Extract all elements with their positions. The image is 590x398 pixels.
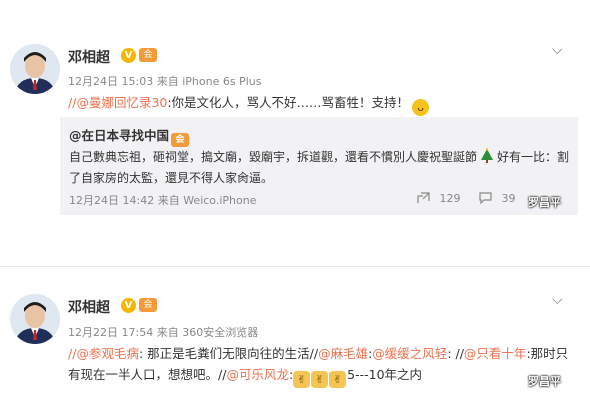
post-source[interactable]: iPhone 6s Plus	[182, 75, 261, 88]
member-badge-icon: 会	[139, 48, 157, 62]
repost-box[interactable]: @在日本寻找中国会 自己數典忘祖，砸祠堂，搗文廟，毀廟宇，拆道觀，還看不慣別人慶…	[60, 117, 578, 215]
watermark: 罗昌平	[528, 375, 561, 388]
mention-link[interactable]: @可乐风龙	[226, 367, 289, 382]
repost-text: 自己數典忘祖，砸祠堂，搗文廟，毀廟宇，拆道觀，還看不慣別人慶祝聖誕節 好有一比：割…	[69, 147, 574, 189]
watermark: 罗昌平	[528, 196, 561, 209]
hand-emoji-icon: ✌	[311, 371, 329, 388]
post-divider	[0, 266, 590, 267]
source-prefix: 来自	[156, 75, 179, 88]
share-icon	[417, 192, 430, 203]
repost-time[interactable]: 12月24日 14:42	[69, 194, 154, 207]
comment-action[interactable]: 39	[479, 192, 516, 205]
post-text-segment: : 那正是毛粪们无限向往的生活//	[138, 346, 319, 361]
post-body: :你是文化人，骂人不好……骂畜牲！支持！	[167, 95, 410, 110]
chevron-down-icon[interactable]: ⌵	[552, 292, 563, 308]
post-time[interactable]: 12月22日 17:54	[68, 326, 153, 339]
member-badge-icon: 会	[171, 133, 190, 147]
chevron-down-icon[interactable]: ⌵	[552, 42, 563, 58]
post-meta: 12月22日 17:54 来自 360安全浏览器	[68, 324, 258, 340]
post-text: //@参观毛病: 那正是毛粪们无限向往的生活//@麻毛雄:@缓缓之风轻: //@…	[68, 343, 580, 388]
user-avatar[interactable]	[10, 294, 60, 344]
member-badge-icon: 会	[139, 298, 157, 312]
mention-link[interactable]: @缓缓之风轻	[372, 346, 447, 361]
user-name[interactable]: 邓相超	[68, 47, 110, 67]
verified-badge-icon: V	[121, 48, 136, 63]
repost-meta: 12月24日 14:42 来自 Weico.iPhone	[69, 192, 256, 208]
post-meta: 12月24日 15:03 来自 iPhone 6s Plus	[68, 73, 261, 89]
user-avatar[interactable]	[10, 44, 60, 94]
repost-count: 129	[439, 192, 461, 205]
post-text: //@曼娜回忆录30:你是文化人，骂人不好……骂畜牲！支持！ ᴗ	[68, 92, 578, 116]
post-time[interactable]: 12月24日 15:03	[68, 75, 153, 88]
mention-link[interactable]: @参观毛病	[76, 346, 139, 361]
hand-emoji-icon: ✌	[329, 371, 347, 388]
mention-link[interactable]: @曼娜回忆录30	[76, 95, 167, 110]
hand-emoji-icon: ✌	[293, 371, 311, 388]
post-text-segment: : //	[447, 346, 464, 361]
laugh-emoji-icon: ᴗ	[412, 99, 430, 116]
weibo-post-1: 邓相超 V 会 ⌵ 12月24日 15:03 来自 iPhone 6s Plus…	[0, 0, 590, 266]
repost-text-part-a: 自己數典忘祖，砸祠堂，搗文廟，毀廟宇，拆道觀，還看不慣別人慶祝聖誕節	[69, 150, 478, 164]
source-prefix: 来自	[157, 194, 180, 207]
mention-link[interactable]: @只看十年	[464, 346, 527, 361]
post-text-tail: 5---10年之内	[347, 367, 423, 382]
comment-count: 39	[501, 192, 516, 205]
mention-link[interactable]: @麻毛雄	[318, 346, 368, 361]
repost-source[interactable]: Weico.iPhone	[183, 194, 256, 207]
post-source[interactable]: 360安全浏览器	[182, 326, 258, 339]
verified-badge-icon: V	[121, 298, 136, 313]
source-prefix: 来自	[156, 326, 179, 339]
comment-icon	[479, 192, 492, 205]
user-name[interactable]: 邓相超	[68, 297, 110, 317]
repost-user-name[interactable]: @在日本寻找中国会	[69, 125, 190, 147]
weibo-post-2: 邓相超 V 会 ⌵ 12月22日 17:54 来自 360安全浏览器 //@参观…	[0, 270, 590, 398]
christmas-tree-icon	[481, 148, 494, 163]
repost-action[interactable]: 129	[417, 192, 461, 205]
